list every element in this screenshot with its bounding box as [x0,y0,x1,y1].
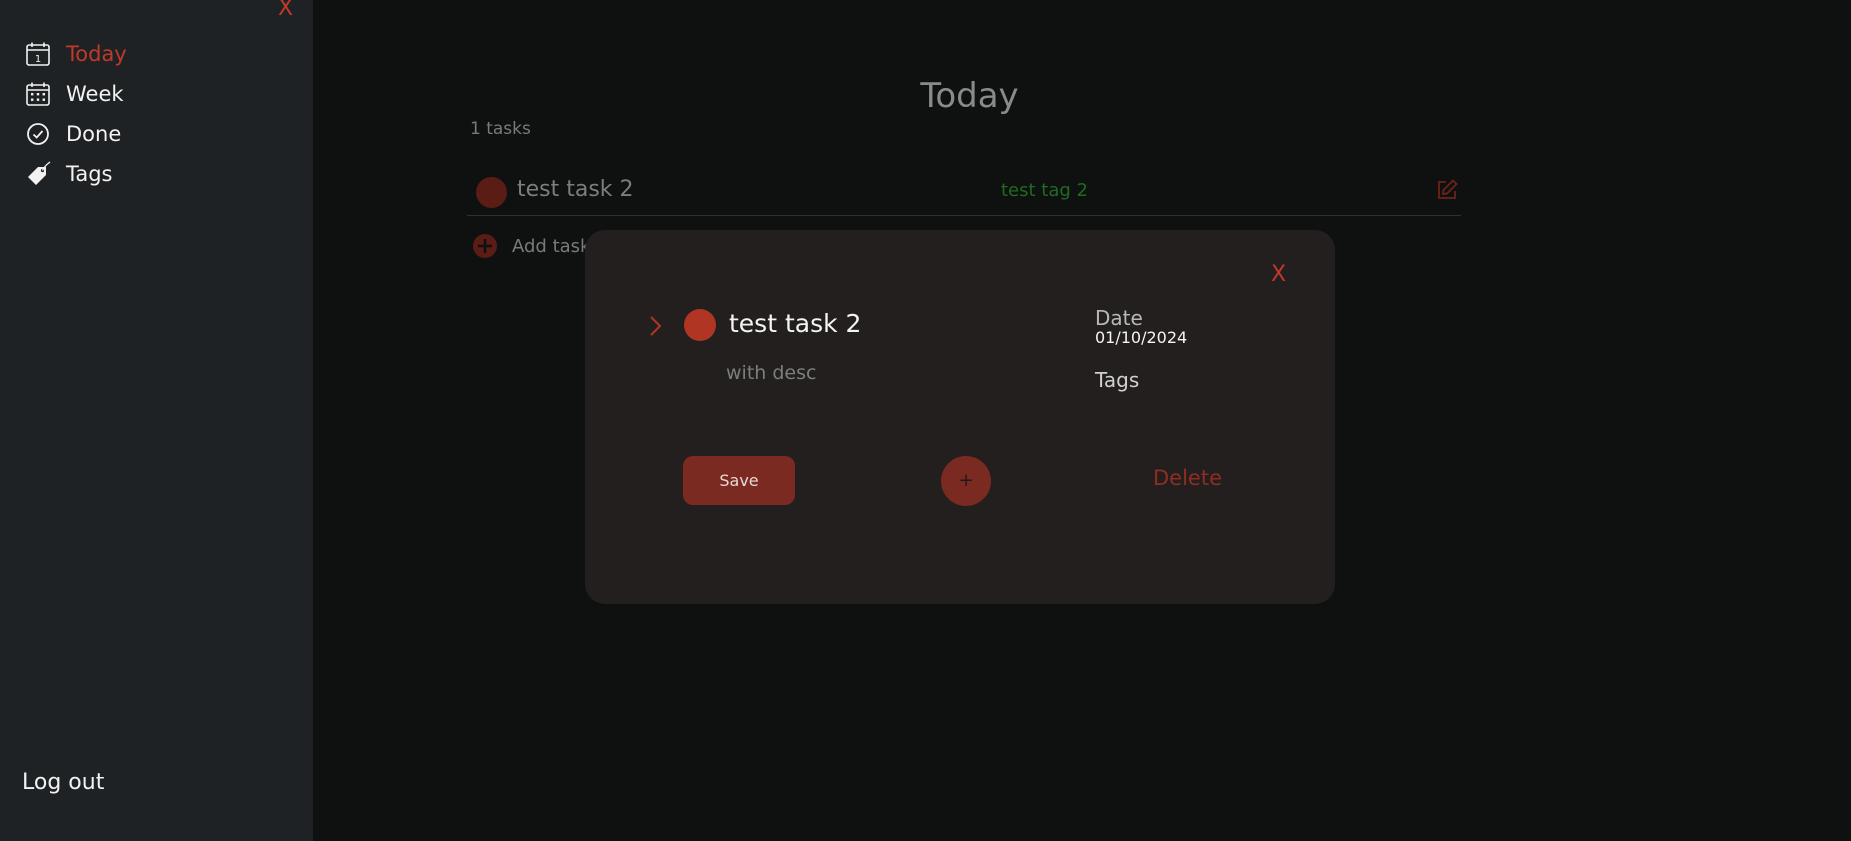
task-tag: test tag 2 [1001,180,1088,201]
task-title-field[interactable]: test task 2 [729,309,861,338]
calendar-week-icon [24,80,52,108]
sidebar-item-week[interactable]: Week [24,74,127,114]
modal-close-button[interactable]: X [1271,262,1286,287]
sidebar-item-label: Week [66,82,124,106]
chevron-right-icon[interactable] [647,314,665,338]
add-task-label: Add task [512,235,591,257]
task-count: 1 tasks [470,119,531,139]
plus-circle-icon [472,233,498,259]
page-title: Today [920,76,1019,116]
sidebar-item-tags[interactable]: Tags [24,154,127,194]
delete-button[interactable]: Delete [1153,466,1222,490]
sidebar-item-done[interactable]: Done [24,114,127,154]
date-label: Date [1095,306,1143,330]
sidebar-close-button[interactable]: X [278,0,293,21]
task-description-field[interactable]: with desc [726,362,816,384]
task-title: test task 2 [517,177,634,202]
tag-icon [24,160,52,188]
sidebar-nav: 1 Today Week Done Tags [24,34,127,194]
task-complete-toggle[interactable] [684,309,716,341]
add-task-button[interactable]: Add task [472,233,590,259]
date-value[interactable]: 01/10/2024 [1095,328,1187,347]
sidebar-item-label: Tags [66,162,113,186]
edit-icon[interactable] [1435,178,1461,204]
task-row[interactable]: test task 2 test tag 2 [467,174,1461,216]
sidebar: X 1 Today Week Done Tags Log out [0,0,313,841]
add-tag-button[interactable]: + [941,456,991,506]
check-circle-icon [24,120,52,148]
task-complete-toggle[interactable] [476,177,507,208]
sidebar-item-label: Today [66,42,127,66]
svg-text:1: 1 [35,54,41,65]
logout-button[interactable]: Log out [22,770,104,795]
calendar-day-icon: 1 [24,40,52,68]
sidebar-item-today[interactable]: 1 Today [24,34,127,74]
sidebar-item-label: Done [66,122,122,146]
save-button[interactable]: Save [683,456,795,505]
task-detail-modal: X test task 2 with desc Date 01/10/2024 … [585,230,1335,604]
tags-label: Tags [1095,368,1140,392]
